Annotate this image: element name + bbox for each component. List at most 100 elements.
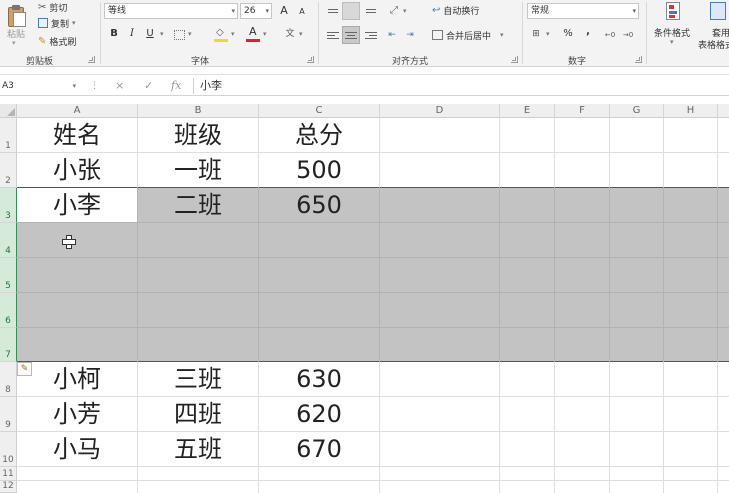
formula-input[interactable]: 小李 <box>200 78 222 94</box>
font-size-select[interactable]: 26 ▾ <box>240 3 272 19</box>
cell-b2[interactable]: 一班 <box>138 153 258 188</box>
italic-button[interactable]: I <box>124 26 140 42</box>
orientation-icon[interactable]: ⤢ <box>386 3 402 19</box>
cut-button[interactable]: ✂ 剪切 <box>38 0 67 14</box>
comma-button[interactable]: , <box>580 24 596 40</box>
cell-b3[interactable]: 二班 <box>138 188 258 223</box>
number-launcher-icon[interactable] <box>635 56 642 63</box>
cell-b10[interactable]: 五班 <box>138 432 258 467</box>
row-header-10[interactable]: 10 <box>0 432 17 467</box>
cell-a1[interactable]: 姓名 <box>17 118 137 153</box>
insert-function-button[interactable]: fx <box>171 78 181 94</box>
cell-c3[interactable]: 650 <box>259 188 379 223</box>
cell-c10[interactable]: 670 <box>259 432 379 467</box>
shrink-font-button[interactable]: A <box>294 4 310 20</box>
divider <box>100 2 101 64</box>
phonetic-button[interactable]: 文 <box>282 26 298 42</box>
cell-b9[interactable]: 四班 <box>138 397 258 432</box>
row-header-11[interactable]: 11 <box>0 467 17 481</box>
clipboard-group-label: 剪贴板 <box>26 57 54 67</box>
conditional-format-button[interactable]: 条件格式 ▾ <box>652 0 696 50</box>
insert-options-icon[interactable]: ✎ <box>17 362 32 376</box>
enter-button[interactable]: ✓ <box>144 78 153 94</box>
row-header-1[interactable]: 1 <box>0 118 17 153</box>
column-header-f[interactable]: F <box>555 104 610 118</box>
font-name-select[interactable]: 等线 ▾ <box>104 3 238 19</box>
align-center-button[interactable] <box>342 26 360 44</box>
align-middle-button[interactable] <box>342 2 360 20</box>
align-left-button[interactable] <box>324 26 342 44</box>
row-header-12[interactable]: 12 <box>0 481 17 493</box>
format-painter-button[interactable]: ✎ 格式刷 <box>38 34 76 48</box>
chevron-down-icon: ▾ <box>670 38 674 46</box>
name-box[interactable]: A3 ▾ <box>0 78 78 94</box>
bold-button[interactable]: B <box>106 26 122 42</box>
grow-font-button[interactable]: A <box>276 3 292 19</box>
cell-c1[interactable]: 总分 <box>259 118 379 153</box>
alignment-launcher-icon[interactable] <box>511 56 518 63</box>
row-header-9[interactable]: 9 <box>0 397 17 432</box>
cell-b1[interactable]: 班级 <box>138 118 258 153</box>
cancel-button[interactable]: × <box>115 78 124 94</box>
copy-button[interactable]: 复制 ▾ <box>38 16 76 30</box>
align-bottom-button[interactable] <box>362 2 380 20</box>
row-header-5[interactable]: 5 <box>0 258 17 293</box>
currency-icon[interactable]: ⊞ <box>528 26 544 42</box>
cell-c9[interactable]: 620 <box>259 397 379 432</box>
fill-color-icon[interactable]: ◇ <box>214 27 228 42</box>
cell-a9[interactable]: 小芳 <box>17 397 137 432</box>
wrap-text-button[interactable]: ↩ 自动换行 <box>432 3 479 17</box>
column-header-e[interactable]: E <box>500 104 555 118</box>
decrease-decimal-icon[interactable]: →0 <box>620 27 636 43</box>
percent-button[interactable]: % <box>560 26 576 42</box>
number-format-select[interactable]: 常规 ▾ <box>527 3 639 19</box>
cell-a8[interactable]: 小柯 <box>17 362 137 397</box>
cell-grid[interactable]: 姓名 班级 总分 小张 一班 500 小李 二班 650 小柯 三班 630 小… <box>17 118 729 493</box>
column-header-a[interactable]: A <box>17 104 138 118</box>
column-header-c[interactable]: C <box>259 104 380 118</box>
row-header-8[interactable]: 8 <box>0 362 17 397</box>
underline-button[interactable]: U <box>142 26 158 42</box>
row-header-6[interactable]: 6 <box>0 293 17 328</box>
align-top-button[interactable] <box>324 2 342 20</box>
column-header-g[interactable]: G <box>610 104 664 118</box>
row-header-2[interactable]: 2 <box>0 153 17 188</box>
row-header-3[interactable]: 3 <box>0 188 17 223</box>
divider <box>522 2 523 64</box>
increase-decimal-icon[interactable]: ←0 <box>602 27 618 43</box>
cell-a3[interactable]: 小李 <box>17 188 137 223</box>
copy-icon <box>38 18 48 28</box>
row-header-7[interactable]: 7 <box>0 328 17 362</box>
align-right-button[interactable] <box>362 26 380 44</box>
chevron-down-icon: ▾ <box>632 7 636 15</box>
format-as-table-label-2: 表格格式 <box>698 41 729 50</box>
select-all-button[interactable] <box>0 104 17 118</box>
column-header-h[interactable]: H <box>664 104 718 118</box>
cell-c8[interactable]: 630 <box>259 362 379 397</box>
chevron-down-icon: ▾ <box>231 7 235 15</box>
divider <box>646 2 647 64</box>
name-box-value: A3 <box>2 81 14 91</box>
clipboard-launcher-icon[interactable] <box>88 56 95 63</box>
border-icon[interactable] <box>174 30 185 40</box>
font-color-icon[interactable]: A <box>246 25 260 42</box>
merge-center-button[interactable]: 合并后居中 ▾ <box>432 28 504 42</box>
format-as-table-button[interactable]: 套用 表格格式 <box>698 0 729 50</box>
chevron-down-icon: ▾ <box>231 30 235 38</box>
row-header-4[interactable]: 4 <box>0 223 17 258</box>
increase-indent-icon[interactable]: ⇥ <box>402 27 418 43</box>
cell-b8[interactable]: 三班 <box>138 362 258 397</box>
merge-icon <box>432 30 443 40</box>
cut-label: 剪切 <box>49 3 68 14</box>
font-group-label: 字体 <box>191 57 210 67</box>
format-painter-label: 格式刷 <box>49 37 77 48</box>
cell-a10[interactable]: 小马 <box>17 432 137 467</box>
cell-c2[interactable]: 500 <box>259 153 379 188</box>
decrease-indent-icon[interactable]: ⇤ <box>384 27 400 43</box>
column-header-d[interactable]: D <box>380 104 500 118</box>
font-launcher-icon[interactable] <box>307 56 314 63</box>
column-header-b[interactable]: B <box>138 104 259 118</box>
cell-a2[interactable]: 小张 <box>17 153 137 188</box>
cursor-cross-icon <box>62 235 76 249</box>
paste-button[interactable]: 粘贴 ▾ <box>0 0 34 50</box>
